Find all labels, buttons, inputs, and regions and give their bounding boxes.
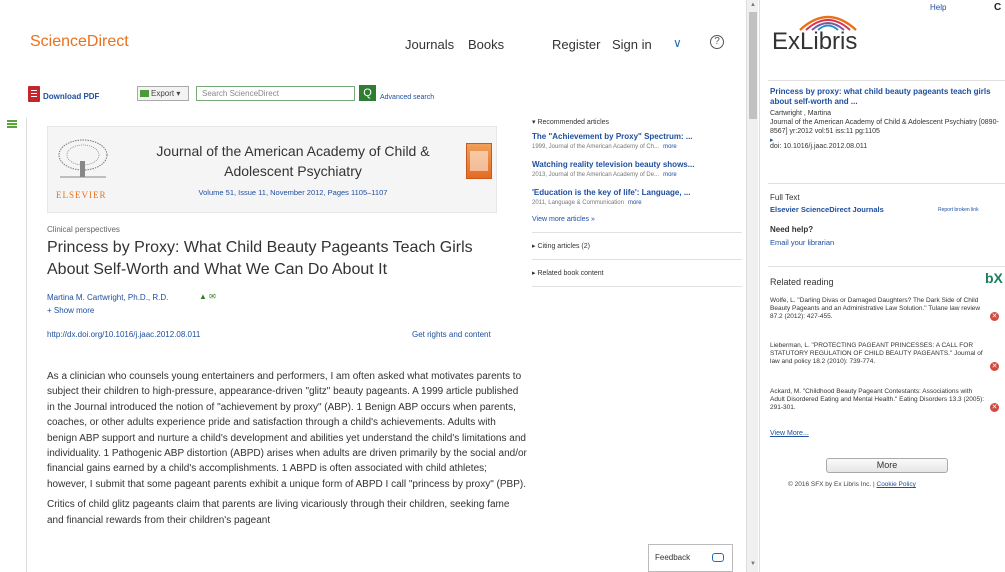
recommended-item-meta-text: 1999, Journal of the American Academy of… — [532, 144, 660, 150]
recommended-item-meta: 2013, Journal of the American Academy of… — [532, 172, 742, 178]
journal-cover-image[interactable] — [466, 143, 492, 179]
full-text-link[interactable]: Elsevier ScienceDirect Journals — [770, 205, 884, 214]
recommended-item-title[interactable]: The "Achievement by Proxy" Spectrum: ... — [532, 132, 742, 141]
pdf-icon[interactable] — [28, 86, 40, 102]
body-paragraph: As a clinician who counsels young entert… — [47, 371, 527, 490]
related-reading-heading: Related reading — [770, 277, 834, 287]
divider — [532, 259, 742, 260]
related-reference[interactable]: Lieberman, L. "PROTECTING PAGEANT PRINCE… — [770, 342, 985, 366]
journal-header: ELSEVIER Journal of the American Academy… — [47, 126, 497, 213]
recommended-heading[interactable]: ▾ Recommended articles — [532, 118, 742, 126]
scroll-down-icon[interactable]: ▼ — [750, 561, 756, 567]
sciencedirect-logo[interactable]: ScienceDirect — [30, 33, 129, 51]
article-content: ELSEVIER Journal of the American Academy… — [26, 118, 527, 572]
recommended-column: ▾ Recommended articles The "Achievement … — [532, 118, 742, 572]
cookie-policy-link[interactable]: Cookie Policy — [877, 481, 916, 488]
recommended-item-title[interactable]: 'Education is the key of life': Language… — [532, 188, 742, 197]
footer-copyright: © 2016 SFX by Ex Libris Inc. | — [788, 481, 875, 488]
related-book-toggle[interactable]: ▸ Related book content — [532, 269, 742, 277]
recommended-item-more[interactable]: more — [628, 200, 642, 206]
advanced-search-link[interactable]: Advanced search — [380, 94, 434, 101]
citation-title[interactable]: Princess by proxy: what child beauty pag… — [770, 87, 1002, 107]
exlibris-pane: ExLibris Help C Princess by proxy: what … — [759, 0, 1005, 572]
remove-icon[interactable]: ✕ — [990, 312, 999, 321]
remove-icon[interactable]: ✕ — [990, 403, 999, 412]
email-librarian-link[interactable]: Email your librarian — [770, 238, 834, 247]
elsevier-tree-icon — [54, 137, 112, 181]
chevron-down-icon[interactable]: ∨ — [673, 36, 682, 50]
recommended-item-meta: 2011, Language & Communication more — [532, 200, 742, 206]
elsevier-label: ELSEVIER — [56, 190, 107, 200]
body-paragraph: Critics of child glitz pageants claim th… — [47, 499, 510, 526]
journal-volume[interactable]: Volume 51, Issue 11, November 2012, Page… — [138, 188, 448, 197]
full-text-heading: Full Text — [770, 193, 800, 202]
feedback-chat-icon — [712, 553, 724, 562]
recommended-item-meta-text: 2013, Journal of the American Academy of… — [532, 172, 660, 178]
article-body: As a clinician who counsels young entert… — [47, 369, 527, 533]
feedback-button[interactable]: Feedback — [648, 544, 733, 572]
recommended-heading-label: Recommended articles — [537, 119, 610, 126]
export-icon — [140, 90, 149, 97]
outline-toggle-icon[interactable] — [7, 120, 17, 128]
article-type: Clinical perspectives — [47, 225, 120, 234]
recommended-item-meta-text: 2011, Language & Communication — [532, 200, 624, 206]
sciencedirect-pane: ScienceDirect Journals Books Register Si… — [0, 0, 745, 572]
citing-articles-label: Citing articles (2) — [537, 243, 590, 250]
report-broken-link[interactable]: Report broken link — [938, 207, 979, 213]
view-more-link[interactable]: View More... — [770, 430, 809, 437]
help-link[interactable]: Help — [930, 3, 946, 12]
divider — [768, 80, 1005, 81]
scroll-up-icon[interactable]: ▲ — [750, 2, 756, 8]
article-title: Princess by Proxy: What Child Beauty Pag… — [47, 239, 473, 278]
corner-icon[interactable]: C — [994, 2, 1001, 13]
nav-journals[interactable]: Journals — [405, 37, 454, 52]
need-help-heading: Need help? — [770, 225, 814, 234]
related-reference[interactable]: Ackard, M. "Childhood Beauty Pageant Con… — [770, 388, 985, 412]
download-pdf-link[interactable]: Download PDF — [43, 92, 99, 101]
author-link[interactable]: Martina M. Cartwright, Ph.D., R.D. — [47, 293, 168, 302]
nav-signin[interactable]: Sign in — [612, 37, 652, 52]
remove-icon[interactable]: ✕ — [990, 362, 999, 371]
citation-doi: doi: 10.1016/j.jaac.2012.08.011 — [770, 143, 868, 150]
recommended-item-meta: 1999, Journal of the American Academy of… — [532, 144, 742, 150]
journal-title[interactable]: Journal of the American Academy of Child… — [138, 141, 448, 181]
scroll-thumb[interactable] — [749, 12, 757, 119]
recommended-item-more[interactable]: more — [663, 172, 677, 178]
footer: © 2016 SFX by Ex Libris Inc. | Cookie Po… — [788, 481, 916, 488]
view-more-articles-link[interactable]: View more articles » — [532, 216, 742, 223]
show-more-label: Show more — [53, 306, 95, 315]
show-more-link[interactable]: + Show more — [47, 306, 94, 315]
doi-link[interactable]: http://dx.doi.org/10.1016/j.jaac.2012.08… — [47, 330, 200, 339]
nav-books[interactable]: Books — [468, 37, 504, 52]
recommended-item-more[interactable]: more — [663, 144, 677, 150]
divider — [768, 266, 1005, 267]
citation-meta: Cartwright , Martina Journal of the Amer… — [770, 109, 1005, 145]
citation-source: Journal of the American Academy of Child… — [770, 119, 999, 135]
recommended-item-title[interactable]: Watching reality television beauty shows… — [532, 160, 742, 169]
search-button[interactable]: Q — [359, 85, 376, 101]
help-icon[interactable]: ? — [710, 35, 724, 49]
exlibris-logo: ExLibris — [772, 28, 858, 55]
rights-link[interactable]: Get rights and content — [412, 330, 491, 339]
related-book-label: Related book content — [537, 270, 604, 277]
more-button[interactable]: More — [826, 458, 948, 473]
author-contact-icons[interactable]: ▲ ✉ — [199, 292, 216, 301]
citing-articles-toggle[interactable]: ▸ Citing articles (2) — [532, 242, 742, 250]
scrollbar[interactable]: ▲ ▼ — [746, 0, 758, 572]
feedback-label: Feedback — [655, 553, 691, 562]
divider — [532, 232, 742, 233]
nav-register[interactable]: Register — [552, 37, 600, 52]
export-label: Export — [151, 89, 175, 98]
search-input[interactable]: Search ScienceDirect — [196, 86, 355, 101]
export-button[interactable]: Export ▾ — [137, 86, 189, 101]
citation-author: Cartwright , Martina — [770, 110, 832, 117]
related-reference[interactable]: Wolfe, L. "Darling Divas or Damaged Daug… — [770, 297, 985, 321]
divider — [532, 286, 742, 287]
divider — [768, 183, 1005, 184]
bx-logo: bX — [985, 270, 1003, 286]
